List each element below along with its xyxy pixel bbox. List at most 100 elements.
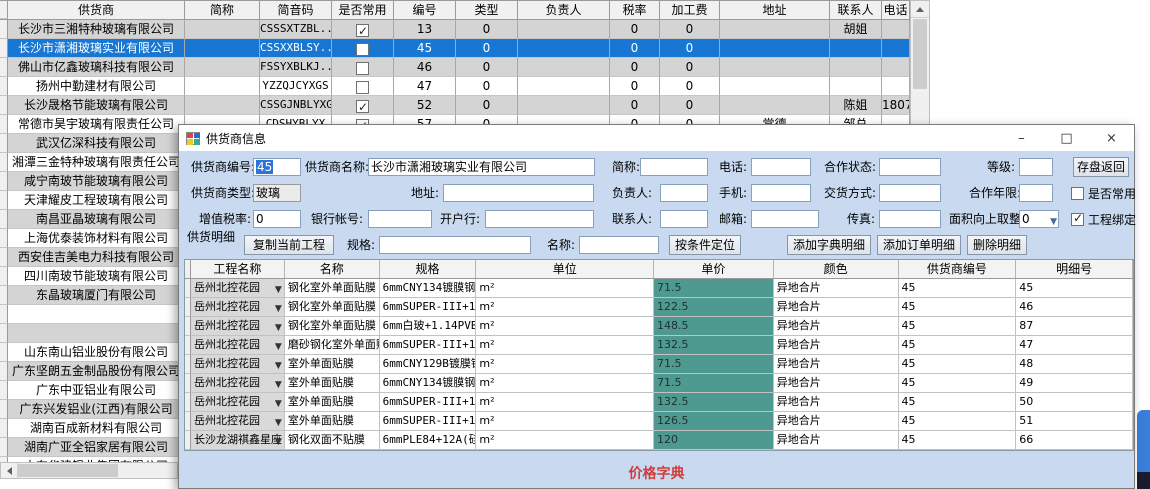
checkbox-icon[interactable] — [356, 62, 369, 75]
project-combo-cell[interactable]: 岳州北控花园▼ — [191, 393, 285, 412]
add-order-detail-button[interactable]: 添加订单明细 — [877, 235, 961, 255]
dialog-titlebar[interactable]: 供货商信息 – □ × — [179, 125, 1134, 151]
project-combo-cell[interactable]: 岳州北控花园▼ — [191, 336, 285, 355]
column-header[interactable]: 单位 — [476, 260, 654, 278]
supplier-type-field[interactable]: 玻璃 — [253, 184, 301, 202]
bank-name-field[interactable] — [485, 210, 594, 228]
column-header[interactable]: 联系人 — [830, 1, 882, 19]
column-header[interactable]: 颜色 — [774, 260, 899, 278]
project-binding-checkbox[interactable]: 工程绑定 — [1071, 211, 1136, 228]
copy-project-button[interactable]: 复制当前工程 — [244, 235, 334, 255]
table-row[interactable]: 长沙晟格节能玻璃有限公司CSSGJNBLYXGS52000陈姐180751 — [0, 96, 910, 115]
grade-field[interactable] — [1019, 158, 1053, 176]
table-row[interactable]: 长沙市潇湘玻璃实业有限公司CSSXXBLSY..45000 — [0, 39, 910, 58]
short-name-field[interactable] — [640, 158, 708, 176]
phone-field[interactable] — [751, 158, 811, 176]
detail-row[interactable]: 岳州北控花园▼室外单面贴膜6mmCNY134镀膜钢化m²71.5异地合片4549 — [185, 374, 1133, 393]
spec-filter-field[interactable] — [379, 236, 531, 254]
delivery-method-field[interactable] — [879, 184, 941, 202]
scrollbar-thumb[interactable] — [18, 464, 118, 477]
close-button[interactable]: × — [1089, 125, 1134, 151]
project-combo-cell[interactable]: 岳州北控花园▼ — [191, 317, 285, 336]
table-row[interactable]: 长沙市三湘特种玻璃有限公司CSSSXTZBL..13000胡姐 — [0, 20, 910, 39]
cell: 180751 — [882, 96, 910, 115]
coop-years-field[interactable] — [1019, 184, 1053, 202]
detail-row[interactable]: 岳州北控花园▼室外单面贴膜6mmSUPER-III+12A(硅...m²132.… — [185, 393, 1133, 412]
cell — [518, 39, 610, 58]
scroll-left-button[interactable] — [1, 463, 18, 478]
column-header[interactable]: 编号 — [394, 1, 456, 19]
detail-row[interactable]: 岳州北控花园▼钢化室外单面贴膜6mmSUPER-III+12A(硅...m²12… — [185, 298, 1133, 317]
detail-row[interactable]: 岳州北控花园▼室外单面贴膜6mmCNY129B镀膜钢化m²71.5异地合片454… — [185, 355, 1133, 374]
project-combo-cell[interactable]: 岳州北控花园▼ — [191, 355, 285, 374]
is-common-checkbox[interactable]: 是否常用 — [1071, 185, 1136, 202]
supplier-name-field[interactable]: 长沙市潇湘玻璃实业有限公司 — [368, 158, 595, 176]
checkbox-icon[interactable] — [356, 43, 369, 56]
project-combo-cell[interactable]: 岳州北控花园▼ — [191, 298, 285, 317]
table-row[interactable]: 佛山市亿鑫玻璃科技有限公司FSSYXBLKJ..46000 — [0, 58, 910, 77]
column-header[interactable]: 规格 — [380, 260, 477, 278]
column-header[interactable]: 简音码 — [260, 1, 332, 19]
cell: 50 — [1016, 393, 1133, 412]
horizontal-scrollbar[interactable] — [0, 462, 178, 479]
scroll-up-button[interactable] — [911, 1, 929, 18]
checkbox-icon[interactable] — [356, 24, 369, 37]
cell: 0 — [456, 58, 518, 77]
checkbox-icon[interactable] — [356, 100, 369, 113]
checkbox-icon[interactable] — [356, 81, 369, 94]
cell: 佛山市亿鑫玻璃科技有限公司 — [8, 58, 185, 77]
column-header[interactable]: 负责人 — [518, 1, 610, 19]
price-cell: 148.5 — [654, 317, 774, 336]
save-return-button[interactable]: 存盘返回 — [1073, 157, 1129, 177]
column-header[interactable]: 电话 — [882, 1, 910, 19]
contact-field[interactable] — [660, 210, 708, 228]
name-filter-field[interactable] — [579, 236, 659, 254]
delete-detail-button[interactable]: 删除明细 — [967, 235, 1027, 255]
locate-by-condition-button[interactable]: 按条件定位 — [669, 235, 741, 255]
project-combo-cell[interactable]: 长沙龙湖祺鑫星座▼ — [191, 431, 285, 450]
column-header[interactable]: 税率 — [610, 1, 660, 19]
column-header[interactable]: 类型 — [456, 1, 518, 19]
column-header[interactable]: 地址 — [720, 1, 830, 19]
cell: 室外单面贴膜 — [285, 393, 380, 412]
detail-row[interactable]: 岳州北控花园▼钢化室外单面贴膜6mm白玻+1.14PVB+6mm...m²148… — [185, 317, 1133, 336]
mobile-field[interactable] — [751, 184, 811, 202]
cell: 异地合片 — [774, 393, 899, 412]
coop-status-field[interactable] — [879, 158, 941, 176]
table-row[interactable]: 扬州中勤建材有限公司YZZQJCYXGS47000 — [0, 77, 910, 96]
address-field[interactable] — [443, 184, 594, 202]
manager-field[interactable] — [660, 184, 708, 202]
bank-account-field[interactable] — [368, 210, 432, 228]
column-header[interactable]: 加工费 — [660, 1, 720, 19]
column-header[interactable]: 供货商编号 — [899, 260, 1017, 278]
cell — [882, 58, 910, 77]
add-dict-detail-button[interactable]: 添加字典明细 — [787, 235, 871, 255]
minimize-button[interactable]: – — [999, 125, 1044, 151]
scrollbar-thumb[interactable] — [913, 19, 927, 89]
cell: 广东兴发铝业(江西)有限公司 — [8, 400, 185, 419]
column-header[interactable]: 供货商 — [8, 1, 185, 19]
supplier-id-field[interactable]: 45 — [253, 158, 301, 176]
column-header[interactable]: 是否常用 — [332, 1, 394, 19]
maximize-button[interactable]: □ — [1044, 125, 1089, 151]
detail-row[interactable]: 岳州北控花园▼钢化室外单面贴膜6mmCNY134镀膜钢化m²71.5异地合片45… — [185, 279, 1133, 298]
column-header[interactable]: 单价 — [654, 260, 774, 278]
fax-field[interactable] — [879, 210, 941, 228]
cell: 钢化室外单面贴膜 — [285, 317, 380, 336]
project-combo-cell[interactable]: 岳州北控花园▼ — [191, 374, 285, 393]
column-header[interactable]: 工程名称 — [191, 260, 285, 278]
detail-row[interactable]: 岳州北控花园▼磨砂钢化室外单面贴膜6mmSUPER-III+12A(硅...m²… — [185, 336, 1133, 355]
area-round-up-select[interactable]: 0▼ — [1019, 210, 1059, 228]
detail-row[interactable]: 长沙龙湖祺鑫星座▼钢化双面不贴膜6mmPLE84+12A(硅酮胶...m²120… — [185, 431, 1133, 450]
project-combo-cell[interactable]: 岳州北控花园▼ — [191, 279, 285, 298]
spec-cell: 6mmPLE84+12A(硅酮胶... — [380, 431, 477, 450]
column-header[interactable]: 简称 — [185, 1, 260, 19]
cell: 胡姐 — [830, 20, 882, 39]
vat-rate-field[interactable]: 0 — [253, 210, 301, 228]
column-header[interactable]: 明细号 — [1016, 260, 1133, 278]
detail-row[interactable]: 岳州北控花园▼室外单面贴膜6mmSUPER-III+12A(硅...m²126.… — [185, 412, 1133, 431]
short-code-cell: CSSGJNBLYXGS — [260, 96, 332, 115]
project-combo-cell[interactable]: 岳州北控花园▼ — [191, 412, 285, 431]
email-field[interactable] — [751, 210, 819, 228]
column-header[interactable]: 名称 — [285, 260, 380, 278]
